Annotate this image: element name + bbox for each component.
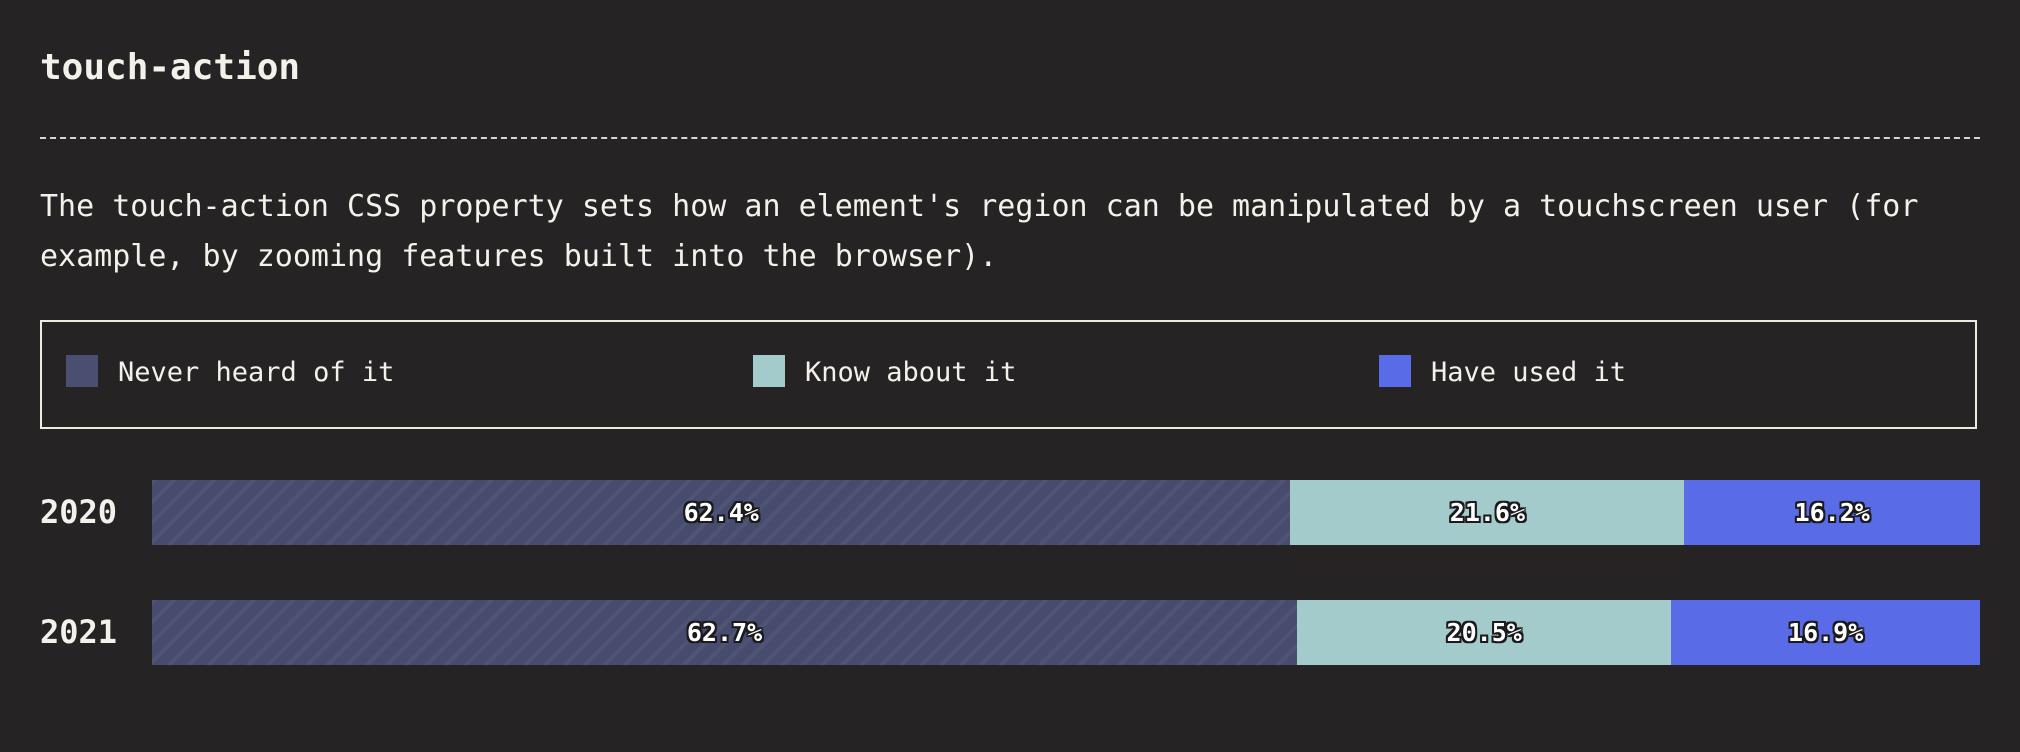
bar-value-label: 21.6% (1449, 498, 1526, 527)
legend-swatch-never-heard (66, 355, 98, 387)
stacked-bar: 62.7% 20.5% 16.9% (152, 600, 1980, 665)
legend-label-have-used: Have used it (1431, 357, 1627, 388)
bar-row-2021: 2021 62.7% 20.5% 16.9% (40, 600, 1980, 665)
chart-description: The touch-action CSS property sets how a… (40, 189, 1919, 274)
bar-value-label: 20.5% (1446, 618, 1522, 647)
stacked-bar: 62.4% 21.6% 16.2% (152, 480, 1980, 545)
bar-row-2020: 2020 62.4% 21.6% 16.2% (40, 480, 1980, 545)
legend-swatch-have-used (1379, 355, 1411, 387)
bar-value-label: 16.9% (1788, 618, 1864, 647)
bar-value-label: 16.2% (1794, 498, 1870, 527)
bar-segment-have-used[interactable]: 16.9% (1671, 600, 1980, 665)
chart-title: touch-action (40, 47, 301, 88)
row-year-label: 2021 (40, 613, 118, 651)
legend-swatch-know-about (753, 355, 785, 387)
bar-segment-know-about[interactable]: 20.5% (1297, 600, 1672, 665)
bar-value-label: 62.7% (686, 618, 763, 647)
bar-segment-have-used[interactable]: 16.2% (1684, 480, 1980, 545)
bar-segment-never-heard[interactable]: 62.4% (152, 480, 1291, 545)
bar-value-label: 62.4% (683, 498, 759, 527)
legend-item-never-heard[interactable]: Never heard of it (66, 355, 395, 388)
legend-item-have-used[interactable]: Have used it (1379, 355, 1627, 388)
legend-item-know-about[interactable]: Know about it (753, 355, 1017, 388)
legend-label-never-heard: Never heard of it (118, 357, 395, 388)
row-year-label: 2020 (40, 493, 118, 531)
chart-legend: Never heard of it Know about it Have use… (40, 320, 1977, 429)
legend-label-know-about: Know about it (805, 357, 1017, 388)
bar-segment-know-about[interactable]: 21.6% (1290, 480, 1685, 545)
bar-segment-never-heard[interactable]: 62.7% (152, 600, 1297, 665)
title-divider (40, 137, 1980, 139)
